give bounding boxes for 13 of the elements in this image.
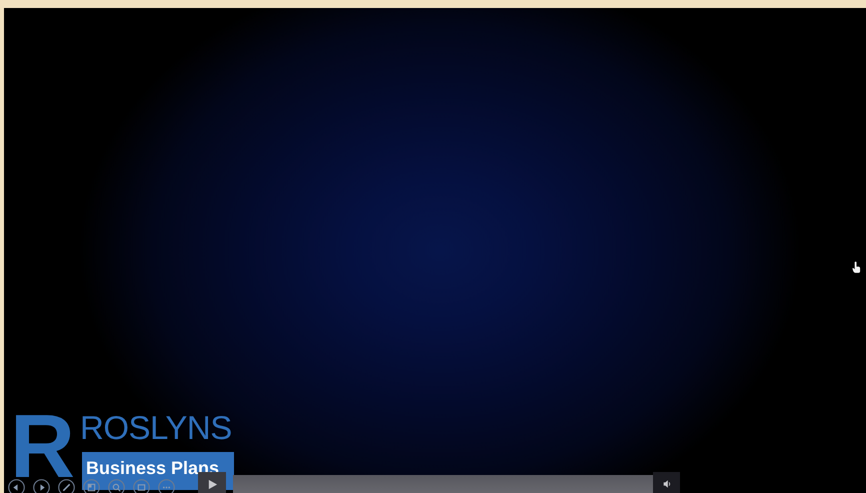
zoom-icon[interactable] — [108, 479, 125, 493]
play-icon — [206, 478, 218, 490]
previous-icon[interactable] — [8, 479, 25, 493]
next-icon[interactable] — [33, 479, 50, 493]
speaker-icon — [662, 479, 672, 489]
subtitles-icon[interactable] — [133, 479, 150, 493]
more-icon[interactable] — [158, 479, 175, 493]
pen-icon[interactable] — [58, 479, 75, 493]
volume-button[interactable] — [653, 472, 680, 493]
logo-name: ROSLYNS — [80, 411, 232, 444]
hand-cursor-icon — [852, 261, 861, 274]
logo-letter: R — [10, 412, 75, 478]
slides-icon[interactable] — [83, 479, 100, 493]
